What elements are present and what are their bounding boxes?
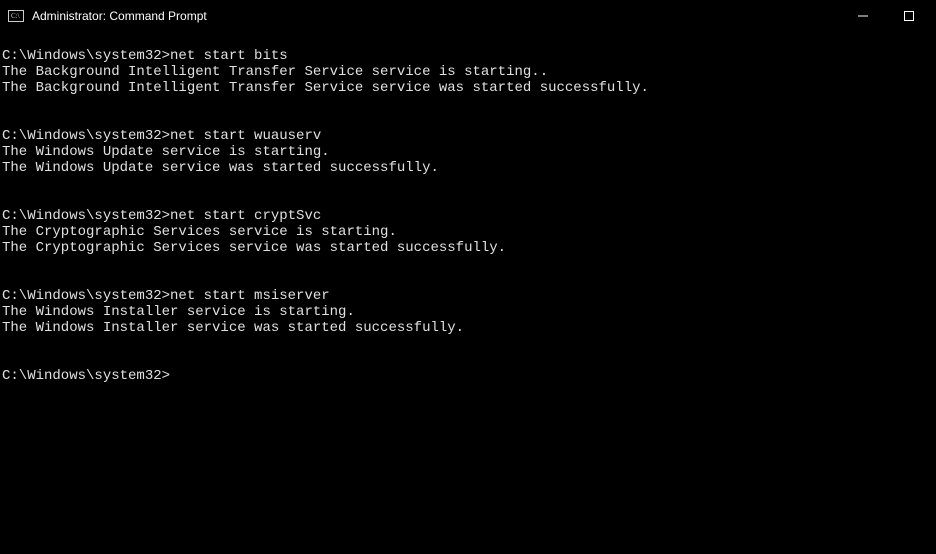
minimize-icon bbox=[858, 11, 868, 21]
window-title: Administrator: Command Prompt bbox=[32, 9, 840, 23]
terminal-prompt: C:\Windows\system32> bbox=[2, 368, 170, 384]
window-controls bbox=[840, 0, 932, 32]
window-titlebar[interactable]: C:\ Administrator: Command Prompt bbox=[0, 0, 936, 32]
terminal-area[interactable]: C:\Windows\system32>net start bits The B… bbox=[0, 32, 936, 384]
svg-text:C:\: C:\ bbox=[11, 12, 20, 20]
cmd-icon: C:\ bbox=[8, 8, 24, 24]
minimize-button[interactable] bbox=[840, 0, 886, 32]
maximize-button[interactable] bbox=[886, 0, 932, 32]
maximize-icon bbox=[904, 11, 914, 21]
